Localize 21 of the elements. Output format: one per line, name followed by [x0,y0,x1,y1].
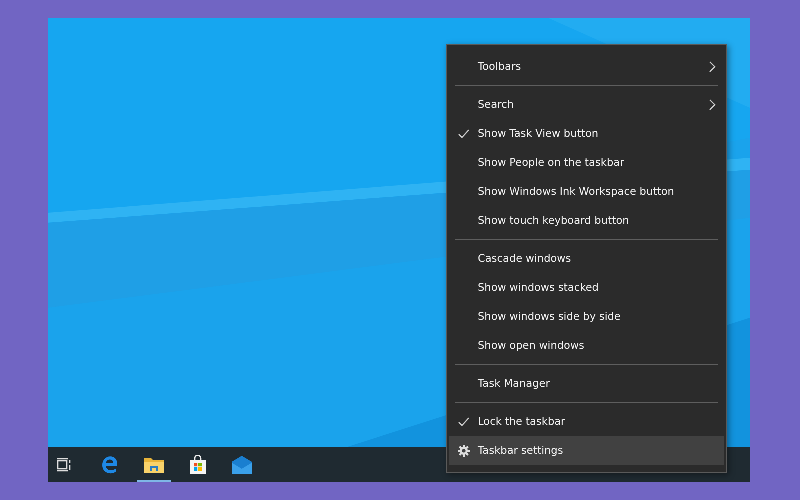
menu-item[interactable]: Toolbars [449,52,724,81]
menu-item[interactable]: Show windows stacked [449,273,724,302]
store-icon[interactable] [188,454,208,474]
chevron-icon [708,60,716,72]
menu-item[interactable]: Search [449,90,724,119]
menu-item[interactable]: Lock the taskbar [449,407,724,436]
menu-item[interactable]: Cascade windows [449,244,724,273]
menu-item[interactable]: Task Manager [449,369,724,398]
browser-icon[interactable] [100,454,120,474]
menu-item[interactable]: Taskbar settings [449,436,724,465]
mail-icon[interactable] [231,456,253,474]
menu-item[interactable]: Show Windows Ink Workspace button [449,177,724,206]
menu-item[interactable]: Show open windows [449,331,724,360]
menu-item[interactable]: Show People on the taskbar [449,148,724,177]
menu-item[interactable]: Show touch keyboard button [449,206,724,235]
menu-item[interactable]: Show windows side by side [449,302,724,331]
task-view-icon[interactable] [56,458,72,472]
chevron-icon [708,98,716,110]
settings-icon [458,444,470,456]
folder-icon[interactable] [143,456,165,474]
menu-item[interactable]: Show Task View button [449,119,724,148]
